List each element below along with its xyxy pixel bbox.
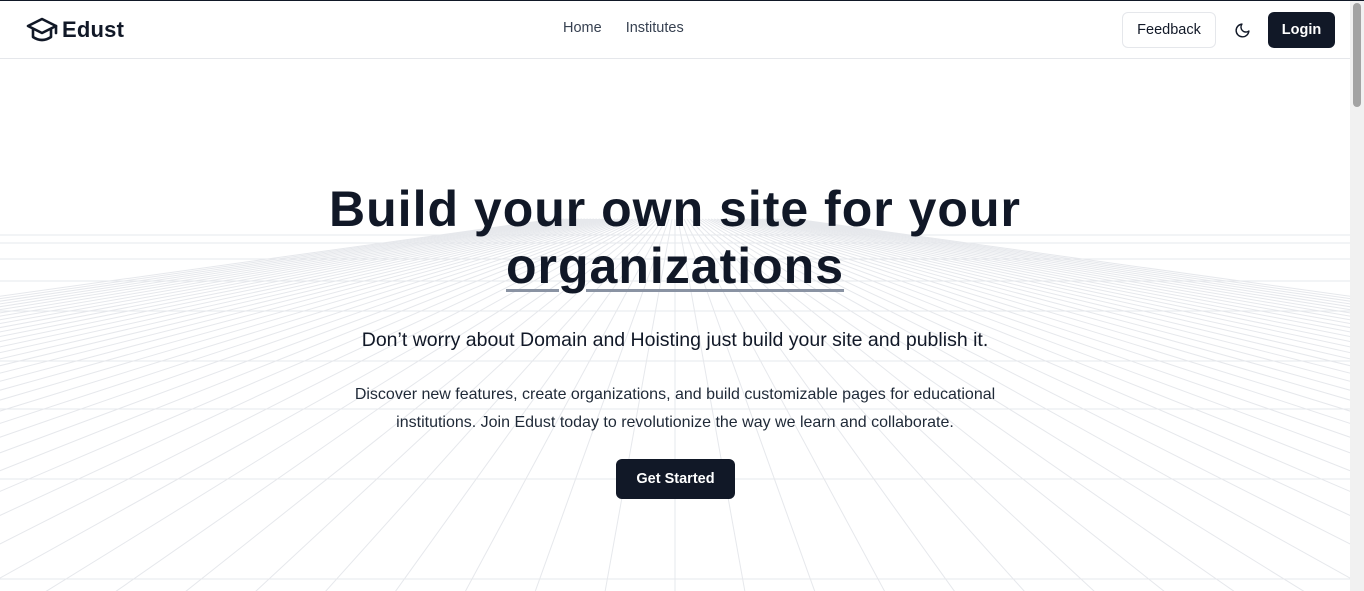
navbar: Edust Home Institutes Feedback Login [0, 1, 1350, 59]
hero-subtitle: Don’t worry about Domain and Hoisting ju… [361, 329, 989, 351]
brand-logo-link[interactable]: Edust [26, 15, 124, 45]
hero-title: Build your own site for your organizatio… [0, 181, 1350, 295]
landing-page: Edust Home Institutes Feedback Login Bui… [0, 0, 1364, 591]
hero-section: Build your own site for your organizatio… [0, 59, 1350, 591]
feedback-button[interactable]: Feedback [1122, 12, 1216, 48]
theme-toggle-button[interactable] [1229, 17, 1255, 43]
nav-link-home[interactable]: Home [563, 20, 602, 36]
hero-title-highlight: organizations [505, 238, 845, 294]
brand-name: Edust [62, 17, 125, 42]
moon-icon [1235, 22, 1250, 37]
nav-link-institutes[interactable]: Institutes [626, 20, 684, 36]
scrollbar-thumb[interactable] [1353, 3, 1361, 107]
get-started-button[interactable]: Get Started [616, 459, 735, 499]
hero-description: Discover new features, create organizati… [354, 386, 996, 431]
hero-title-line: Build your own site for your [329, 181, 1021, 237]
page-scrollbar[interactable] [1350, 1, 1364, 591]
graduation-cap-icon [26, 17, 58, 42]
main-nav: Home Institutes [563, 20, 684, 36]
login-button[interactable]: Login [1268, 12, 1335, 48]
